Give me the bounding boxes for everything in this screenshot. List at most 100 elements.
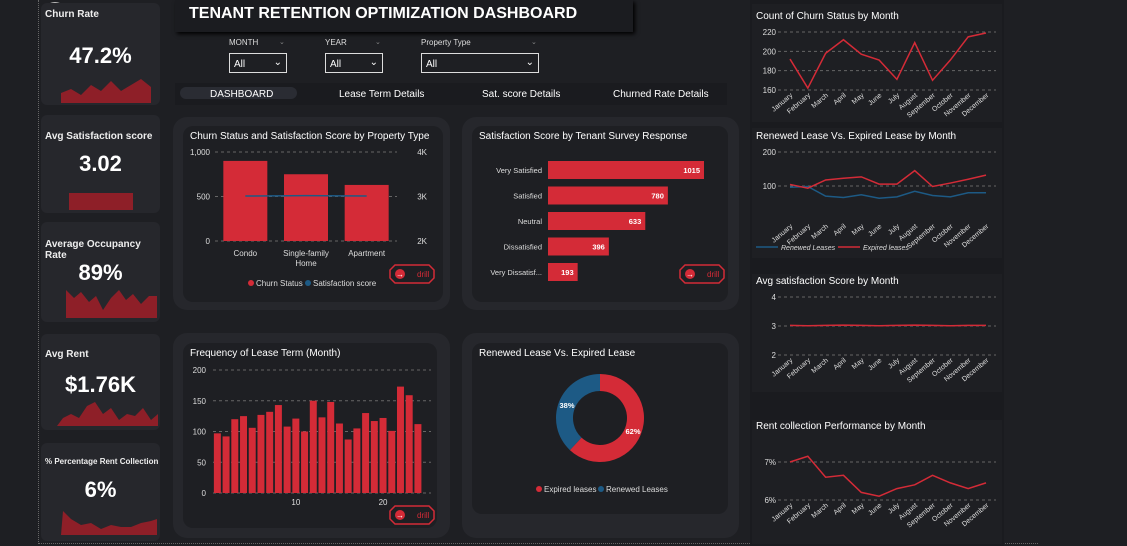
- x-tick-label: March: [811, 92, 830, 110]
- x-tick-label: 10: [291, 498, 300, 507]
- churn-month-chart: 220200180160JanuaryFebruaryMarch April May…: [763, 28, 996, 120]
- lease-term-chart: 200 150 100 50 0 10 20: [193, 366, 431, 507]
- x-tick-label: June: [867, 502, 883, 517]
- drill-button[interactable]: → drill: [389, 264, 435, 284]
- bar: [222, 436, 230, 493]
- y-tick-label: 220: [763, 28, 777, 37]
- kpi-sparkline: [61, 511, 157, 535]
- kpi-value: $1.76K: [65, 372, 136, 397]
- pie-slice: [556, 374, 600, 451]
- y-tick-label: 0: [202, 489, 207, 498]
- x-tick-label: July: [887, 357, 901, 371]
- x-tick-label: May: [851, 502, 866, 516]
- y-tick-label: 200: [193, 366, 207, 375]
- kpi-occupancy: Average Occupancy Rate 89%: [41, 222, 160, 322]
- chevron-down-icon: ⌄: [375, 39, 381, 46]
- kpi-value: 89%: [78, 260, 123, 285]
- kpi-sparkline: [57, 402, 158, 426]
- bar: [292, 418, 300, 493]
- y-tick-label: 2: [772, 351, 777, 360]
- x-tick-label: 20: [379, 498, 388, 507]
- chart-title: Count of Churn Status by Month: [756, 11, 899, 22]
- slicer-dropdown[interactable]: All ⌄: [229, 53, 287, 73]
- y-tick-label: 150: [193, 397, 207, 406]
- y-tick-label: Very Satisfied: [496, 166, 542, 175]
- year-slicer[interactable]: YEAR ⌄ All ⌄: [325, 38, 383, 73]
- kpi-value: 3.02: [79, 151, 122, 176]
- svg-text:→: →: [396, 270, 404, 279]
- y2-tick-label: 2K: [417, 237, 427, 246]
- satisfaction-month-chart: 432JanuaryFebruaryMarch April May June JulyA…: [771, 293, 996, 385]
- legend-label: Expired leases: [544, 485, 596, 494]
- chevron-down-icon: ⌄: [279, 39, 285, 46]
- kpi-churn-rate: Churn Rate 47.2%: [41, 3, 160, 105]
- y-tick-label: 200: [763, 47, 777, 56]
- x-tick-label: July: [887, 223, 901, 237]
- title-box: TENANT RETENTION OPTIMIZATION DASHBOARD: [175, 0, 633, 32]
- x-tick-label: Apartment: [348, 249, 386, 258]
- kpi-sparkline: [66, 290, 157, 318]
- bar: [344, 184, 389, 241]
- bar: [301, 431, 309, 493]
- bar: [284, 174, 328, 241]
- bar: [335, 423, 343, 493]
- y-tick-label: 180: [763, 67, 777, 76]
- renewed-month-chart: 200100JanuaryFebruaryMarch April May June Ju…: [756, 148, 996, 252]
- property-type-slicer[interactable]: Property Type ⌄ All ⌄: [421, 38, 539, 73]
- bar: [248, 427, 256, 493]
- bar: [274, 405, 282, 493]
- x-tick-label: April: [833, 92, 849, 107]
- tab-sat-score-details[interactable]: Sat. score Details: [482, 89, 560, 100]
- drill-label: drill: [417, 270, 430, 279]
- series-line: [789, 185, 986, 199]
- slicer-dropdown[interactable]: All ⌄: [421, 53, 539, 73]
- bar: [548, 186, 668, 205]
- bar: [327, 401, 335, 493]
- kpi-value: 6%: [84, 477, 117, 502]
- bar: [283, 426, 291, 493]
- drill-button[interactable]: → drill: [679, 264, 725, 284]
- y-tick-label: 100: [193, 428, 207, 437]
- x-tick-label: Condo: [234, 249, 258, 258]
- kpi-label: % Percentage Rent Collection: [45, 457, 159, 466]
- x-tick-label: June: [867, 357, 883, 372]
- drill-button[interactable]: → drill: [389, 505, 435, 525]
- month-slicer[interactable]: MONTH ⌄ All ⌄: [229, 38, 287, 73]
- y2-tick-label: 3K: [417, 193, 427, 202]
- x-tick-label: March: [811, 223, 830, 241]
- tab-churned-rate-details[interactable]: Churned Rate Details: [613, 89, 709, 100]
- x-tick-label: June: [867, 223, 883, 238]
- drill-label: drill: [707, 270, 720, 279]
- bar: [344, 439, 352, 493]
- data-label: 1015: [683, 166, 700, 175]
- y-tick-label: 3: [772, 322, 777, 331]
- data-label: 38%: [559, 401, 574, 410]
- x-tick-label: May: [851, 92, 866, 106]
- bar: [405, 395, 413, 493]
- bar: [240, 416, 248, 493]
- data-label: 396: [592, 243, 605, 252]
- tab-dashboard[interactable]: DASHBOARD: [210, 89, 273, 100]
- kpi-sparkline: [61, 79, 151, 103]
- legend-label: Satisfaction score: [313, 279, 377, 288]
- y-tick-label: 6%: [764, 496, 776, 505]
- y-tick-label: 200: [763, 148, 777, 157]
- bar: [370, 421, 378, 493]
- tab-lease-term-details[interactable]: Lease Term Details: [339, 89, 424, 100]
- y-tick-label: 0: [206, 237, 211, 246]
- x-tick-label: July: [887, 502, 901, 516]
- drill-label: drill: [417, 511, 430, 520]
- x-tick-label: Single-family: [283, 249, 329, 258]
- bar: [396, 386, 404, 493]
- x-tick-label: April: [833, 357, 849, 372]
- slicer-dropdown[interactable]: All ⌄: [325, 53, 383, 73]
- legend-marker: [248, 280, 254, 286]
- bar: [414, 424, 422, 493]
- bar: [353, 428, 361, 493]
- kpi-sparkline: [69, 193, 133, 210]
- bar: [266, 411, 274, 493]
- bar: [548, 161, 704, 179]
- legend-label: Renewed Leases: [606, 485, 668, 494]
- y-tick-label: 500: [197, 193, 211, 202]
- bar: [213, 433, 221, 493]
